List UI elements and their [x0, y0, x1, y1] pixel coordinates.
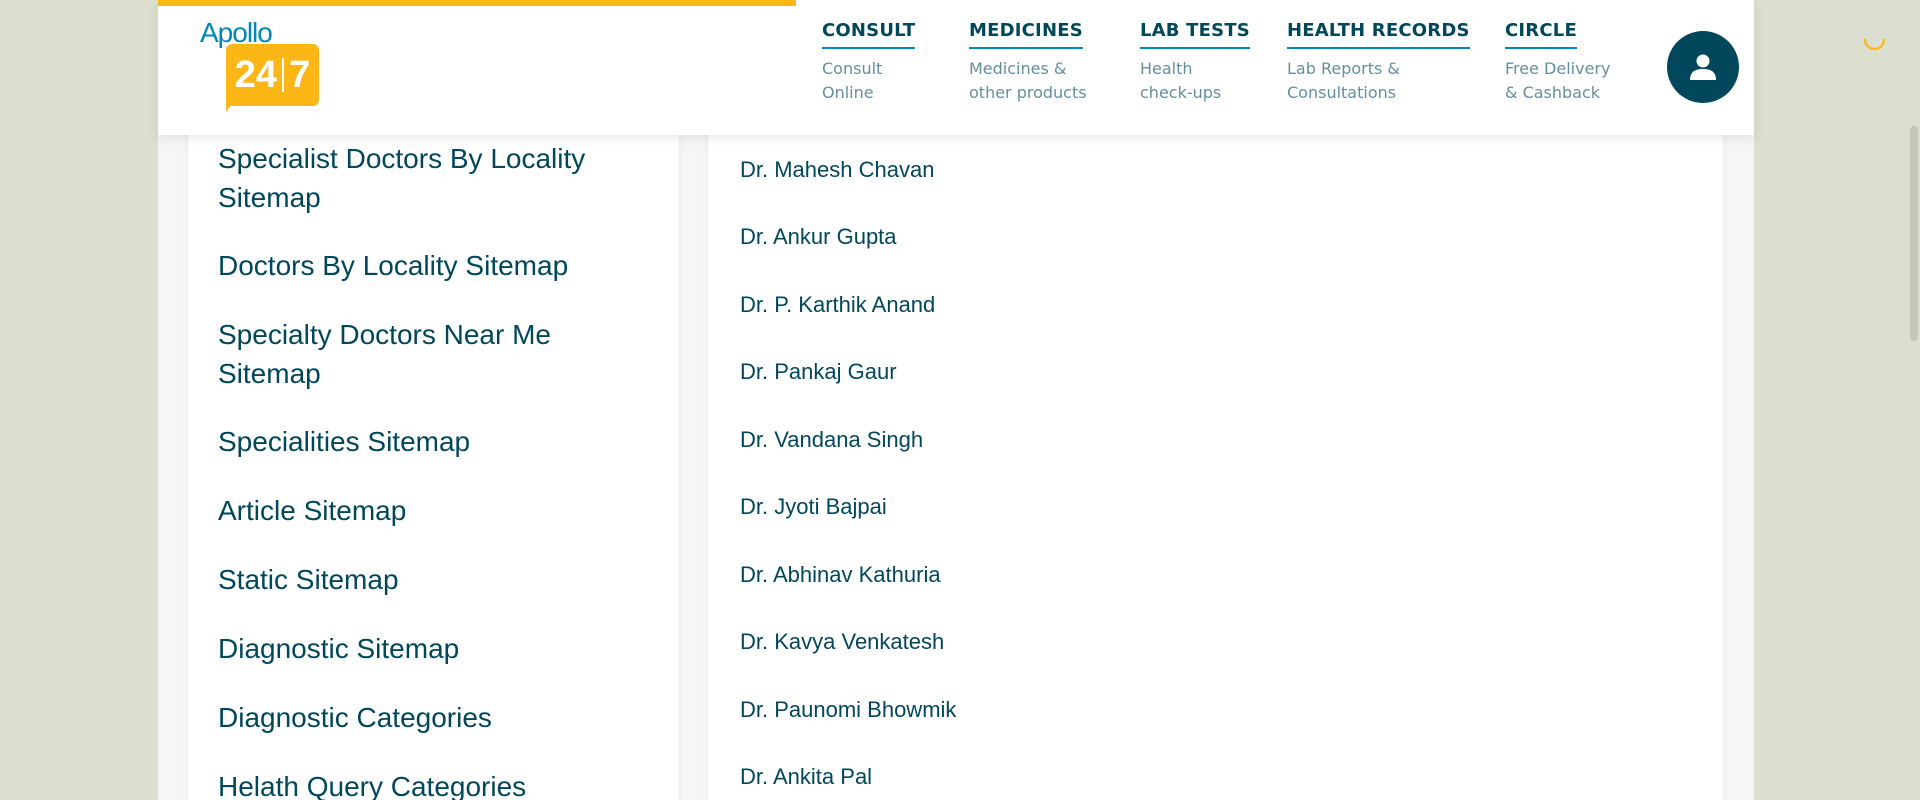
page-load-progress-bar	[158, 0, 797, 6]
nav-circle[interactable]: CIRCLE Free Delivery & Cashback	[1505, 20, 1610, 105]
nav-circle-subtitle: Free Delivery & Cashback	[1505, 57, 1610, 105]
nav-circle-subtitle-line-1: Free Delivery	[1505, 59, 1611, 78]
logo-divider	[282, 58, 285, 92]
doctor-link[interactable]: Dr. Paunomi Bhowmik	[740, 696, 956, 724]
sidebar-link-doctors-by-locality[interactable]: Doctors By Locality Sitemap	[218, 246, 648, 285]
nav-medicines-subtitle-line-2: other products	[969, 83, 1087, 102]
nav-consult-title: CONSULT	[822, 20, 916, 49]
nav-medicines[interactable]: MEDICINES Medicines & other products	[969, 20, 1087, 105]
apollo-247-logo[interactable]: Apollo 24 7	[200, 18, 330, 118]
nav-lab-tests-subtitle-line-2: check-ups	[1140, 83, 1222, 102]
nav-health-records-subtitle-line-2: Consultations	[1287, 83, 1397, 102]
sidebar-link-specialist-doctors-by-locality[interactable]: Specialist Doctors By Locality Sitemap	[218, 139, 648, 217]
nav-lab-tests-title: LAB TESTS	[1140, 20, 1250, 49]
doctor-link[interactable]: Dr. Ankur Gupta	[740, 223, 897, 251]
sidebar-link-specialty-doctors-near-me[interactable]: Specialty Doctors Near Me Sitemap	[218, 315, 648, 393]
sidebar-link-diagnostic[interactable]: Diagnostic Sitemap	[218, 629, 648, 668]
nav-consult[interactable]: CONSULT Consult Online	[822, 20, 916, 105]
nav-consult-subtitle-line-2: Online	[822, 83, 874, 102]
nav-consult-subtitle: Consult Online	[822, 57, 915, 105]
doctor-link[interactable]: Dr. Pankaj Gaur	[740, 358, 897, 386]
doctor-link[interactable]: Dr. Jyoti Bajpai	[740, 493, 887, 521]
loading-spinner-icon	[1863, 38, 1886, 51]
nav-circle-subtitle-line-2: & Cashback	[1505, 83, 1601, 102]
doctor-link[interactable]: Dr. Abhinav Kathuria	[740, 561, 941, 589]
logo-digits-left: 24	[234, 54, 278, 96]
sitemap-sidebar: Specialist Doctors By Locality Sitemap D…	[188, 100, 679, 800]
doctor-link[interactable]: Dr. P. Karthik Anand	[740, 291, 935, 319]
user-icon	[1690, 54, 1716, 80]
sidebar-link-diagnostic-categories[interactable]: Diagnostic Categories	[218, 698, 648, 737]
profile-avatar-button[interactable]	[1667, 31, 1739, 103]
nav-lab-tests[interactable]: LAB TESTS Health check-ups	[1140, 20, 1250, 105]
nav-health-records-subtitle: Lab Reports & Consultations	[1287, 57, 1470, 105]
sidebar-link-article[interactable]: Article Sitemap	[218, 491, 648, 530]
scrollbar-thumb[interactable]	[1910, 126, 1918, 341]
nav-lab-tests-subtitle-line-1: Health	[1140, 59, 1193, 78]
nav-lab-tests-subtitle: Health check-ups	[1140, 57, 1250, 105]
sidebar-link-specialities[interactable]: Specialities Sitemap	[218, 422, 648, 461]
nav-health-records-title: HEALTH RECORDS	[1287, 20, 1470, 49]
logo-digits: 24 7	[226, 44, 319, 106]
sidebar-link-health-query-categories[interactable]: Helath Query Categories	[218, 767, 648, 800]
page-stage: Apollo 24 7 CONSULT Consult Online MEDIC…	[0, 0, 1920, 800]
nav-medicines-subtitle-line-1: Medicines &	[969, 59, 1067, 78]
doctor-link[interactable]: Dr. Ankita Pal	[740, 763, 872, 791]
logo-digits-right: 7	[289, 54, 311, 96]
site-header: Apollo 24 7 CONSULT Consult Online MEDIC…	[158, 0, 1754, 135]
doctor-link[interactable]: Dr. Kavya Venkatesh	[740, 628, 944, 656]
logo-badge: 24 7	[226, 44, 319, 106]
doctor-list-panel: Dr. Mahesh Chavan Dr. Ankur Gupta Dr. P.…	[708, 100, 1723, 800]
nav-medicines-title: MEDICINES	[969, 20, 1083, 49]
nav-circle-title: CIRCLE	[1505, 20, 1577, 49]
nav-health-records[interactable]: HEALTH RECORDS Lab Reports & Consultatio…	[1287, 20, 1470, 105]
nav-health-records-subtitle-line-1: Lab Reports &	[1287, 59, 1400, 78]
doctor-link[interactable]: Dr. Vandana Singh	[740, 426, 923, 454]
nav-consult-subtitle-line-1: Consult	[822, 59, 883, 78]
sidebar-link-static[interactable]: Static Sitemap	[218, 560, 648, 599]
doctor-link[interactable]: Dr. Mahesh Chavan	[740, 156, 934, 184]
logo-badge-tail	[226, 98, 236, 112]
page-scrollbar[interactable]	[1908, 0, 1920, 800]
nav-medicines-subtitle: Medicines & other products	[969, 57, 1087, 105]
